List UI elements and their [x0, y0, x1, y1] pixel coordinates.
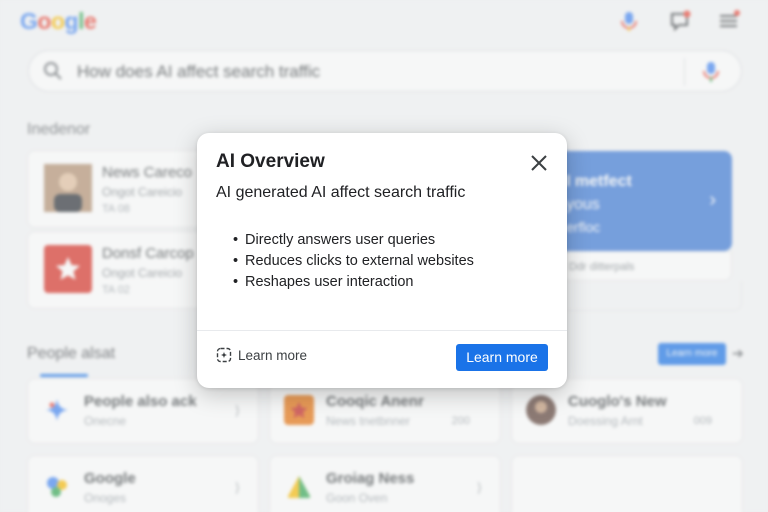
dialog-subtitle: AI generated AI affect search traffic: [216, 184, 466, 201]
close-icon[interactable]: [528, 152, 550, 174]
dialog-title: AI Overview: [216, 151, 325, 172]
sparkle-link-icon: [216, 347, 232, 363]
learn-more-link[interactable]: Learn more: [216, 347, 307, 363]
dialog-divider: [197, 330, 567, 331]
bullet-item: Directly answers user queries: [233, 230, 474, 251]
bullet-item: Reduces clicks to external websites: [233, 251, 474, 272]
bullet-list: Directly answers user queries Reduces cl…: [233, 230, 474, 293]
learn-more-link-label[interactable]: Learn more: [238, 348, 307, 363]
learn-more-button[interactable]: Learn more: [456, 344, 548, 371]
bullet-item: Reshapes user interaction: [233, 272, 474, 293]
ai-overview-dialog: AI Overview AI generated AI affect searc…: [197, 133, 567, 388]
